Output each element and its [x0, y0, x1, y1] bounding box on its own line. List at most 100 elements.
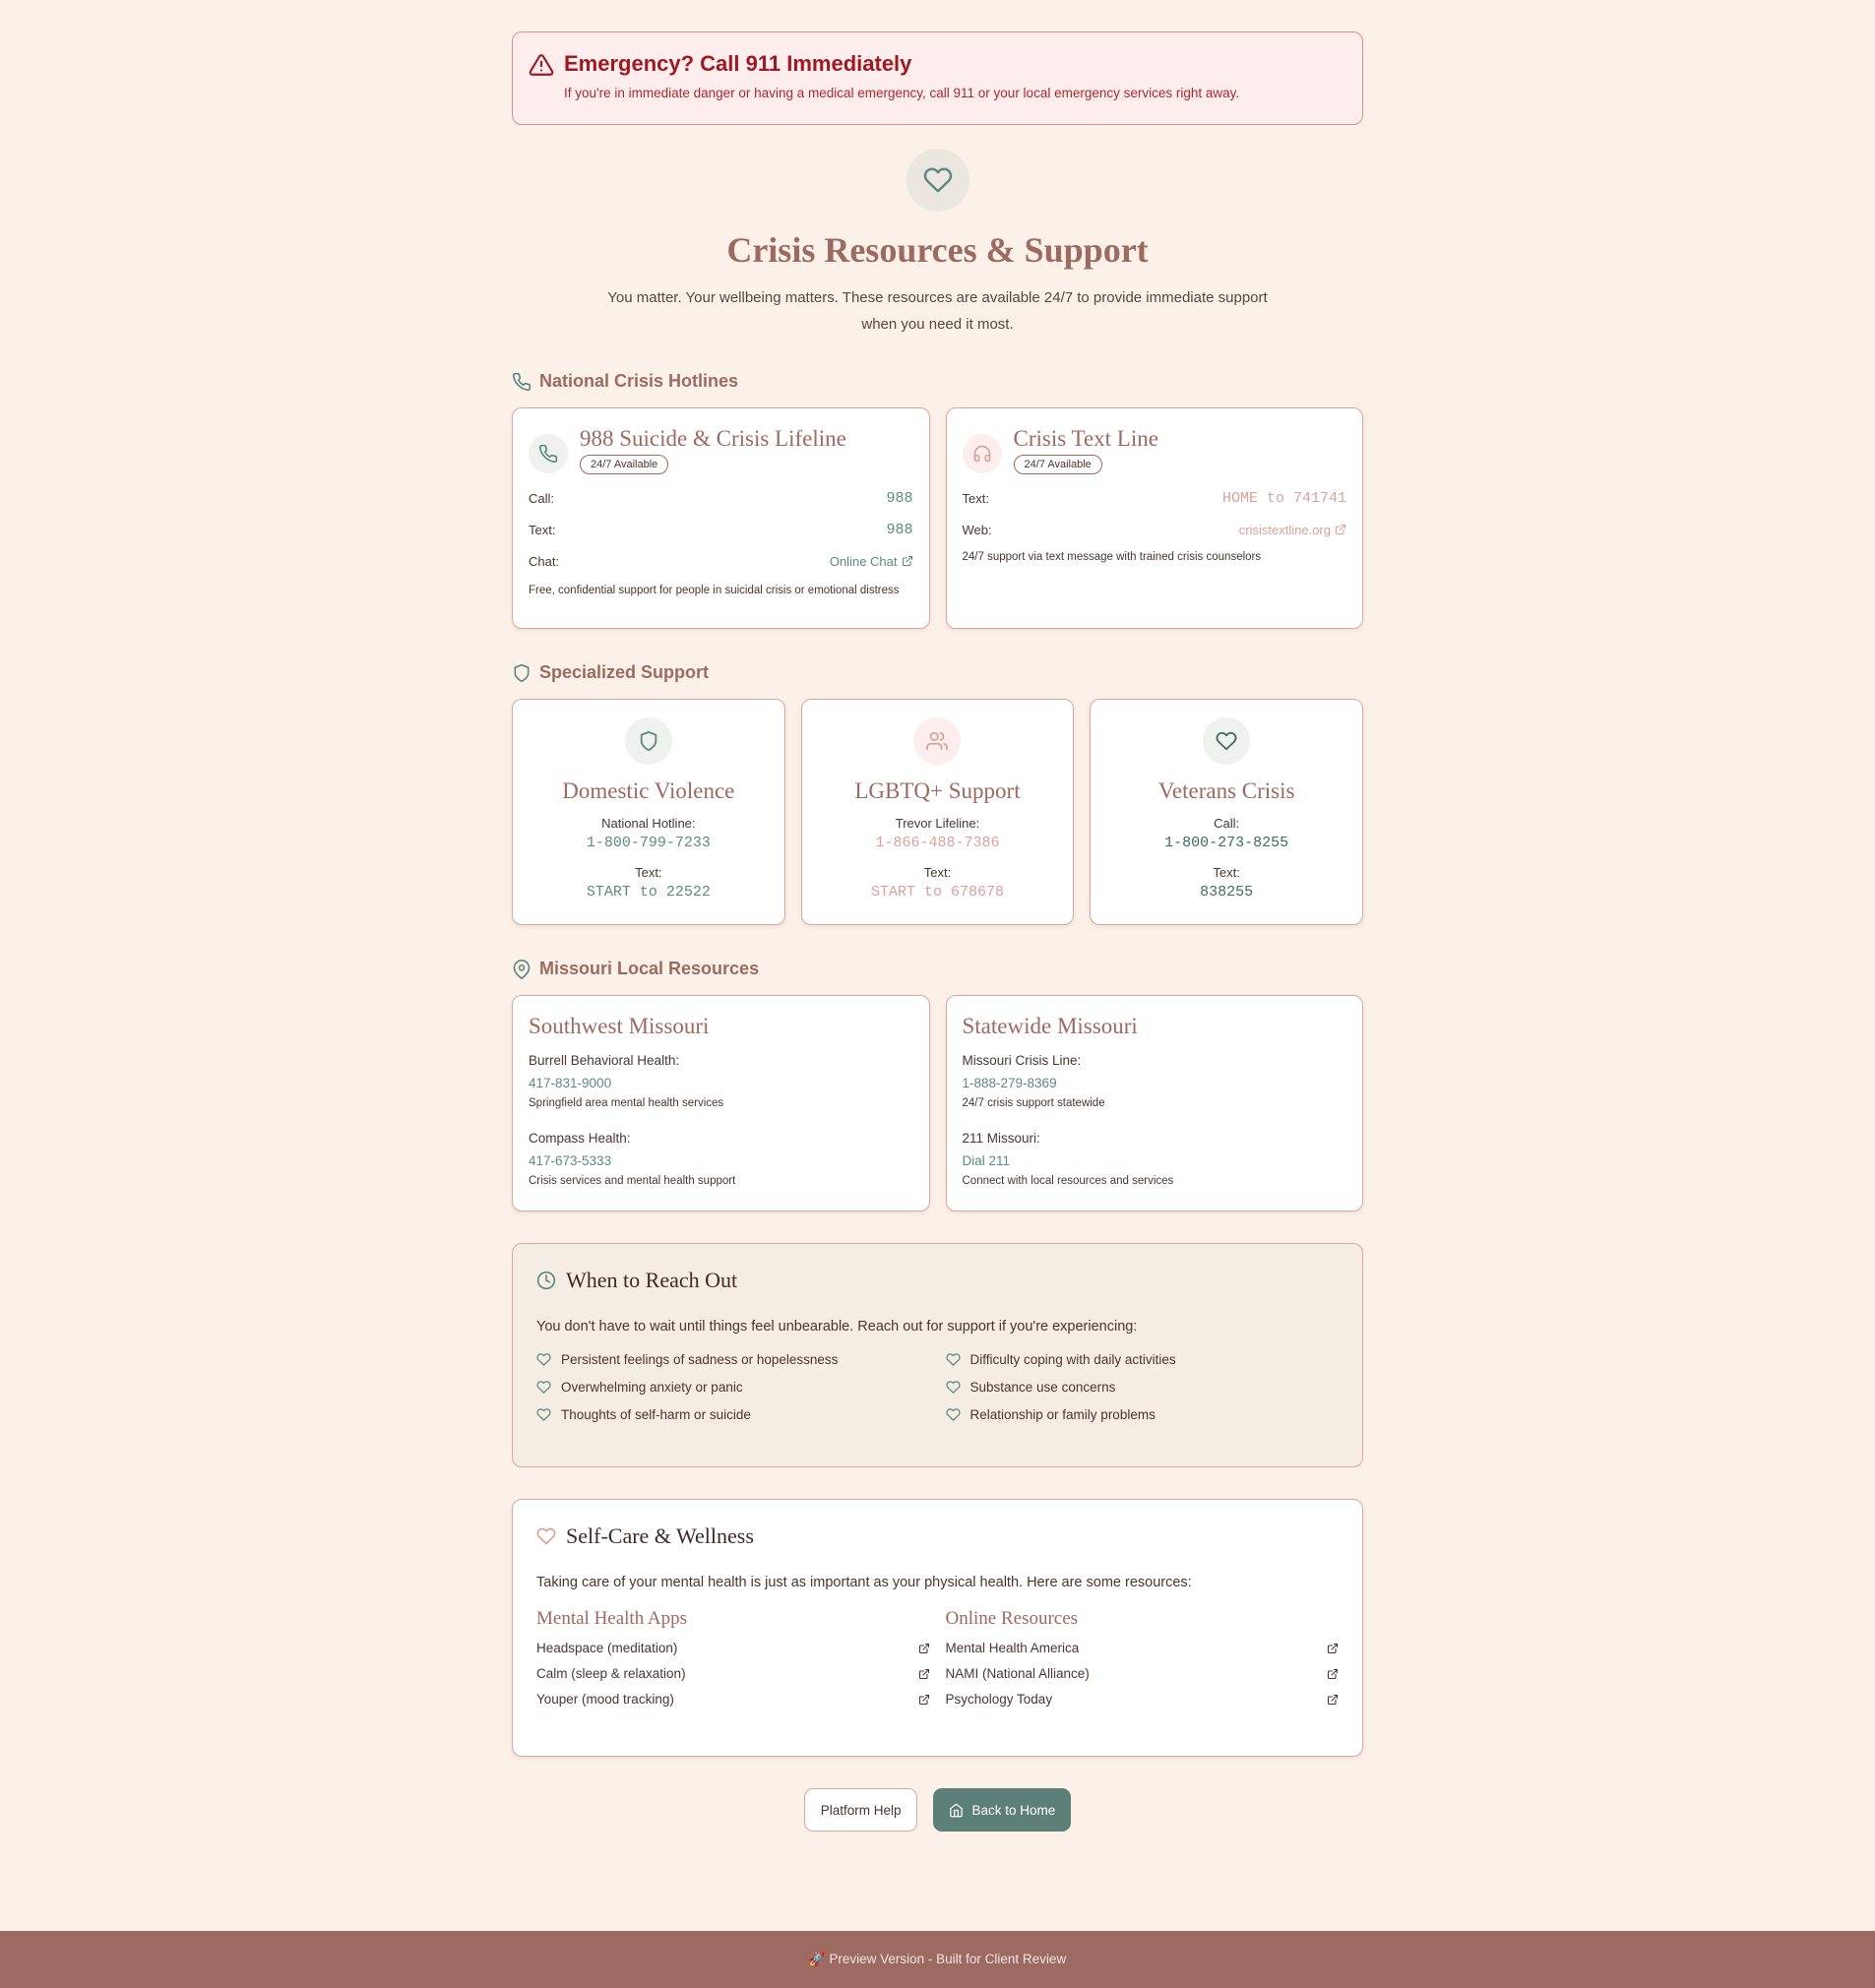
list-item: Difficulty coping with daily activities	[945, 1352, 1340, 1367]
resource-link[interactable]: Psychology Today	[946, 1692, 1340, 1707]
reach-list: Persistent feelings of sadness or hopele…	[536, 1352, 1339, 1422]
heart-icon	[536, 1408, 551, 1421]
lgbtq-support-card: LGBTQ+ Support Trevor Lifeline: 1-866-48…	[800, 699, 1075, 925]
emergency-title: Emergency? Call 911 Immediately	[564, 51, 912, 76]
veterans-phone[interactable]: 1-800-273-8255	[1100, 835, 1352, 851]
resource-link[interactable]: Mental Health America	[946, 1641, 1340, 1655]
external-link-icon	[1327, 1668, 1339, 1679]
dial-211[interactable]: Dial 211	[963, 1153, 1347, 1168]
text-line-card: Crisis Text Line 24/7 Available Text: HO…	[945, 407, 1363, 629]
heart-icon	[536, 1353, 551, 1366]
clock-icon	[536, 1271, 556, 1290]
compass-phone[interactable]: 417-673-5333	[529, 1153, 913, 1168]
text-line-description: 24/7 support via text message with train…	[962, 551, 1262, 563]
section-title-local: Missouri Local Resources	[512, 959, 1363, 979]
external-link-icon	[1335, 524, 1346, 535]
org-name: Compass Health:	[529, 1131, 631, 1146]
headphones-icon	[973, 445, 990, 463]
text-label: Text:	[962, 490, 989, 506]
lifeline-chat-row: Chat: Online Chat	[529, 551, 913, 571]
action-buttons: Platform Help Back to Home	[512, 1788, 1363, 1832]
hotlines-grid: 988 Suicide & Crisis Lifeline 24/7 Avail…	[512, 407, 1363, 629]
heart-icon	[1216, 731, 1237, 751]
heart-icon	[945, 1381, 961, 1394]
self-care-panel: Self-Care & Wellness Taking care of your…	[512, 1499, 1363, 1757]
resource-link-label: Mental Health America	[945, 1641, 1080, 1655]
emergency-text: If you're in immediate danger or having …	[564, 86, 1240, 100]
text-line-keyword[interactable]: HOME to 741741	[1222, 490, 1346, 507]
resource-link-label: Youper (mood tracking)	[536, 1692, 674, 1707]
self-care-columns: Mental Health Apps Headspace (meditation…	[536, 1608, 1339, 1707]
text-label: Text:	[635, 865, 662, 880]
section-title-hotlines: National Crisis Hotlines	[512, 371, 1363, 392]
trevor-text[interactable]: START to 678678	[812, 884, 1064, 901]
specialized-grid: Domestic Violence National Hotline: 1-80…	[512, 699, 1363, 925]
text-line-icon-badge	[962, 434, 1002, 473]
list-item-label: Overwhelming anxiety or panic	[561, 1380, 743, 1395]
heart-icon	[923, 167, 952, 193]
lifeline-text-number[interactable]: 988	[886, 522, 912, 538]
veterans-title: Veterans Crisis	[1157, 778, 1295, 803]
list-item: Thoughts of self-harm or suicide	[536, 1407, 930, 1422]
footer-bar: 🚀 Preview Version - Built for Client Rev…	[0, 1931, 1875, 1988]
veterans-text[interactable]: 838255	[1100, 884, 1352, 901]
lifeline-call-number[interactable]: 988	[886, 490, 912, 507]
availability-badge: 24/7 Available	[1013, 455, 1102, 474]
statewide-title: Statewide Missouri	[962, 1014, 1138, 1038]
resource-link[interactable]: NAMI (National Alliance)	[946, 1666, 1340, 1681]
crisis-text-line-link[interactable]: crisistextline.org	[1239, 523, 1346, 537]
platform-help-button[interactable]: Platform Help	[803, 1788, 918, 1832]
external-link-icon	[918, 1694, 929, 1705]
when-to-reach-out-panel: When to Reach Out You don't have to wait…	[512, 1243, 1363, 1467]
resource-link[interactable]: Headspace (meditation)	[536, 1641, 930, 1655]
section-title-label: National Crisis Hotlines	[539, 371, 739, 391]
reach-heading: When to Reach Out	[536, 1268, 1339, 1293]
online-chat-label: Online Chat	[829, 553, 898, 569]
trevor-phone[interactable]: 1-866-488-7386	[812, 835, 1064, 851]
lgbtq-title: LGBTQ+ Support	[854, 778, 1021, 803]
users-icon	[926, 731, 949, 751]
org-note: 24/7 crisis support statewide	[962, 1097, 1105, 1109]
shield-icon	[514, 663, 530, 682]
org-name: Burrell Behavioral Health:	[529, 1053, 680, 1068]
back-to-home-button[interactable]: Back to Home	[933, 1788, 1072, 1832]
page-title: Crisis Resources & Support	[726, 230, 1149, 270]
section-title-specialized: Specialized Support	[512, 662, 1363, 683]
resource-link[interactable]: Youper (mood tracking)	[536, 1692, 930, 1707]
heart-icon	[945, 1408, 961, 1421]
call-label: Call:	[1214, 816, 1240, 831]
online-chat-link[interactable]: Online Chat	[830, 554, 913, 569]
list-item: Overwhelming anxiety or panic	[536, 1380, 930, 1395]
heart-icon	[945, 1353, 961, 1366]
lifeline-card: 988 Suicide & Crisis Lifeline 24/7 Avail…	[512, 407, 930, 629]
org-name: Missouri Crisis Line:	[962, 1053, 1082, 1068]
section-title-label: Missouri Local Resources	[539, 959, 760, 978]
text-line-web-row: Web: crisistextline.org	[963, 520, 1347, 539]
lgbtq-icon-badge	[913, 717, 962, 765]
page-subtitle: You matter. Your wellbeing matters. Thes…	[607, 289, 1268, 333]
local-grid: Southwest Missouri Burrell Behavioral He…	[512, 995, 1363, 1211]
mental-health-apps: Mental Health Apps Headspace (meditation…	[536, 1608, 930, 1707]
burrell-phone[interactable]: 417-831-9000	[529, 1076, 913, 1090]
emergency-banner: Emergency? Call 911 Immediately If you'r…	[512, 31, 1363, 125]
web-label: Web:	[962, 522, 992, 537]
text-label: Text:	[1213, 865, 1240, 880]
list-item-label: Substance use concerns	[969, 1380, 1116, 1395]
list-item-label: Relationship or family problems	[969, 1407, 1156, 1422]
shield-icon	[640, 730, 657, 752]
reach-title: When to Reach Out	[566, 1268, 738, 1292]
domestic-violence-phone[interactable]: 1-800-799-7233	[523, 835, 775, 851]
external-link-icon	[902, 555, 912, 567]
resource-link-label: Headspace (meditation)	[536, 1641, 678, 1655]
lifeline-label: Trevor Lifeline:	[895, 816, 980, 831]
southwest-missouri-card: Southwest Missouri Burrell Behavioral He…	[512, 995, 930, 1211]
resource-link[interactable]: Calm (sleep & relaxation)	[536, 1666, 930, 1681]
map-pin-icon	[513, 959, 531, 979]
domestic-violence-text[interactable]: START to 22522	[523, 884, 775, 901]
warning-icon	[529, 54, 554, 76]
missouri-crisis-phone[interactable]: 1-888-279-8369	[963, 1076, 1347, 1090]
resource-link-label: Psychology Today	[945, 1692, 1053, 1707]
lifeline-description: Free, confidential support for people in…	[529, 585, 900, 596]
home-icon	[950, 1803, 964, 1817]
list-item-label: Persistent feelings of sadness or hopele…	[561, 1352, 839, 1367]
